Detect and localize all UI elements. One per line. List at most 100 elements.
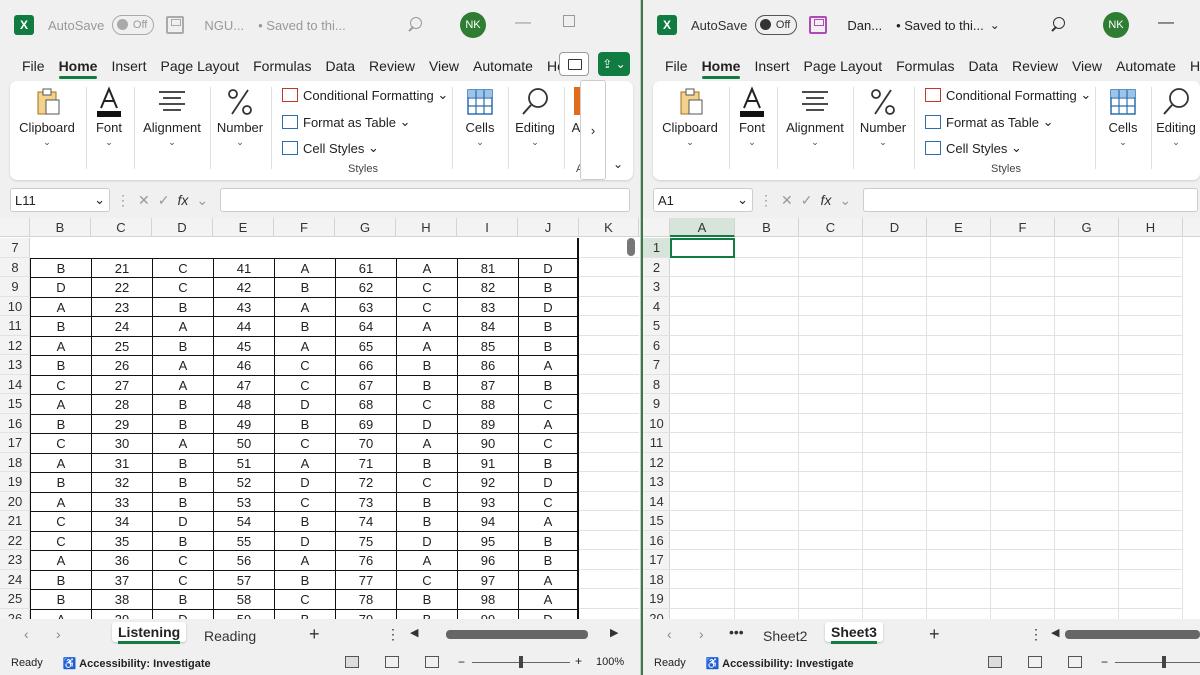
cell[interactable]: C (152, 277, 213, 297)
cell[interactable]: 53 (213, 491, 274, 511)
row-header-20[interactable]: 20 (643, 609, 670, 620)
cell[interactable]: 26 (91, 355, 152, 375)
avatar[interactable]: NK (1103, 12, 1129, 38)
document-name[interactable]: NGU... (204, 18, 244, 33)
cell[interactable]: 81 (457, 257, 518, 277)
cell[interactable]: 65 (335, 335, 396, 355)
cell[interactable] (1119, 452, 1183, 472)
cell[interactable] (1055, 530, 1119, 550)
column-header-f[interactable]: F (991, 218, 1055, 237)
cell[interactable] (799, 550, 863, 570)
cell[interactable] (991, 335, 1055, 355)
cell[interactable]: 67 (335, 374, 396, 394)
save-icon[interactable] (166, 16, 185, 34)
row-header-24[interactable]: 24 (0, 570, 30, 589)
cell[interactable] (670, 433, 735, 453)
cell[interactable]: B (30, 413, 91, 433)
cell[interactable]: B (274, 413, 335, 433)
cell[interactable]: 28 (91, 394, 152, 414)
cell[interactable]: C (396, 277, 457, 297)
name-box[interactable]: A1 ⌄ (653, 188, 753, 212)
cell[interactable]: D (396, 530, 457, 550)
cell[interactable]: 99 (457, 608, 518, 619)
cell[interactable] (863, 413, 927, 433)
cell[interactable] (1055, 608, 1119, 619)
row-header-16[interactable]: 16 (0, 414, 30, 433)
column-header-c[interactable]: C (799, 218, 863, 237)
cell[interactable] (1119, 530, 1183, 550)
row-header-3[interactable]: 3 (643, 277, 670, 297)
cell[interactable] (670, 374, 735, 394)
cell[interactable]: A (152, 433, 213, 453)
prev-sheet-icon[interactable]: ‹ (24, 626, 29, 642)
cell[interactable] (991, 316, 1055, 336)
row-header-4[interactable]: 4 (643, 297, 670, 316)
cell[interactable] (1055, 296, 1119, 316)
cell[interactable]: 41 (213, 257, 274, 277)
cell[interactable]: A (518, 413, 579, 433)
cell[interactable] (991, 394, 1055, 414)
cell[interactable] (1055, 413, 1119, 433)
next-sheet-icon[interactable]: › (699, 626, 704, 642)
share-button[interactable]: ⇪ ⌄ (598, 52, 630, 76)
cell[interactable]: B (396, 355, 457, 375)
cell[interactable]: D (518, 472, 579, 492)
cell[interactable] (863, 511, 927, 531)
formula-input[interactable] (220, 188, 631, 212)
cell[interactable] (579, 277, 639, 297)
tab-view[interactable]: View (1072, 58, 1102, 74)
cell[interactable]: B (30, 589, 91, 609)
cell[interactable]: 59 (213, 608, 274, 619)
cell[interactable]: 74 (335, 511, 396, 531)
sheet-tab-listening[interactable]: Listening (112, 622, 187, 644)
tab-automate[interactable]: Automate (473, 58, 533, 74)
cell[interactable] (670, 355, 735, 375)
cell[interactable]: A (274, 452, 335, 472)
cell[interactable]: 23 (91, 296, 152, 316)
cell[interactable] (991, 569, 1055, 589)
cell[interactable]: 43 (213, 296, 274, 316)
cell[interactable] (1119, 277, 1183, 297)
cell[interactable] (1055, 335, 1119, 355)
cell[interactable]: B (274, 277, 335, 297)
cell[interactable] (670, 277, 735, 297)
cell[interactable]: 82 (457, 277, 518, 297)
accessibility-status[interactable]: ♿ Accessibility: Investigate (706, 657, 854, 670)
tab-file[interactable]: File (22, 58, 45, 74)
cell[interactable]: 57 (213, 569, 274, 589)
cell[interactable]: C (30, 374, 91, 394)
cell[interactable]: 58 (213, 589, 274, 609)
horizontal-scrollbar[interactable] (446, 630, 588, 639)
cell[interactable]: C (518, 491, 579, 511)
cell[interactable] (927, 569, 991, 589)
column-header-h[interactable]: H (396, 218, 457, 237)
cell[interactable]: 63 (335, 296, 396, 316)
cell[interactable] (735, 511, 799, 531)
cell[interactable] (735, 316, 799, 336)
cell[interactable] (1119, 296, 1183, 316)
cell[interactable]: B (152, 413, 213, 433)
cell[interactable]: 89 (457, 413, 518, 433)
cell[interactable]: B (30, 257, 91, 277)
cell[interactable]: 54 (213, 511, 274, 531)
cell[interactable] (735, 530, 799, 550)
collapse-ribbon-icon[interactable]: ⌄ (613, 157, 623, 171)
normal-view-icon[interactable] (988, 656, 1002, 668)
cell[interactable]: D (274, 394, 335, 414)
cell[interactable]: C (274, 374, 335, 394)
cell[interactable]: A (152, 374, 213, 394)
cell[interactable] (579, 355, 639, 375)
accessibility-status[interactable]: ♿ Accessibility: Investigate (63, 657, 211, 670)
cell[interactable] (735, 569, 799, 589)
cell[interactable]: 55 (213, 530, 274, 550)
cell[interactable] (863, 374, 927, 394)
cell[interactable]: 70 (335, 433, 396, 453)
tab-home[interactable]: Home (701, 58, 740, 79)
add-sheet-icon[interactable]: + (929, 624, 940, 645)
cell[interactable] (1055, 355, 1119, 375)
cell[interactable]: B (152, 452, 213, 472)
cell[interactable] (670, 316, 735, 336)
alignment-group[interactable]: Alignment ⌄ (779, 81, 851, 180)
cell[interactable] (1055, 472, 1119, 492)
cell[interactable] (799, 316, 863, 336)
